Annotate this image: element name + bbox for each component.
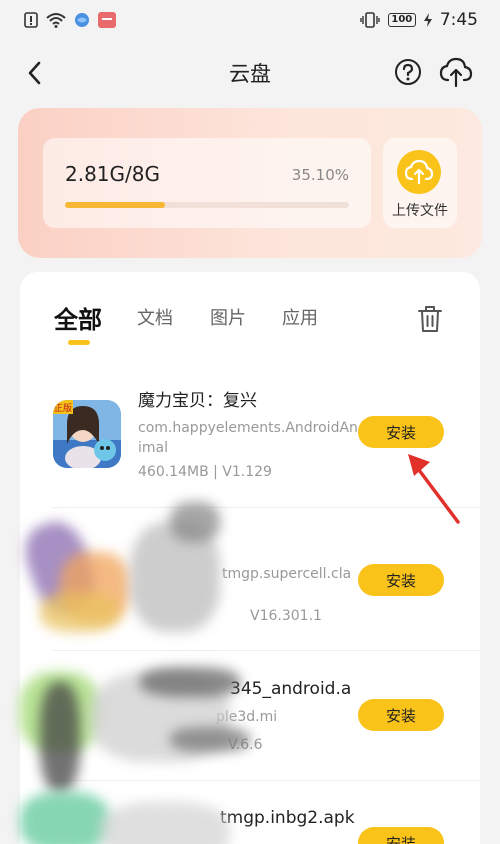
charging-icon bbox=[423, 13, 432, 27]
help-button[interactable] bbox=[394, 58, 422, 86]
app-package: com.happyelements.AndroidAnimal bbox=[138, 420, 358, 456]
help-icon bbox=[395, 59, 421, 85]
storage-usage-box: 2.81G/8G 35.10% bbox=[43, 138, 371, 228]
pointer-arrow-icon bbox=[408, 454, 460, 524]
clock: 7:45 bbox=[439, 10, 478, 30]
cloud-upload-button[interactable] bbox=[439, 56, 473, 88]
install-button[interactable]: 安装 bbox=[358, 564, 444, 596]
app-size-version: 460.14MB | V1.129 bbox=[138, 464, 272, 480]
storage-percent: 35.10% bbox=[291, 166, 349, 184]
cloud-upload-icon bbox=[439, 57, 473, 88]
active-tab-indicator bbox=[68, 340, 90, 345]
app-name: tmgp.inbg2.apk bbox=[220, 808, 355, 828]
status-right: 100 7:45 bbox=[360, 10, 478, 30]
storage-card: 2.81G/8G 35.10% 上传文件 bbox=[18, 108, 482, 258]
header: 云盘 bbox=[0, 48, 500, 98]
status-left bbox=[24, 12, 116, 28]
install-button[interactable]: 安装 bbox=[358, 416, 444, 448]
app-icon: 正版 bbox=[53, 400, 121, 468]
battery-icon: 100 bbox=[387, 13, 416, 27]
tab-images[interactable]: 图片 bbox=[210, 304, 246, 330]
app-size-version: V16.301.1 bbox=[250, 608, 322, 624]
storage-usage: 2.81G/8G bbox=[65, 162, 160, 186]
vibrate-icon bbox=[360, 12, 380, 28]
upload-file-label: 上传文件 bbox=[392, 203, 448, 219]
category-tabs: 全部 文档 图片 应用 bbox=[20, 300, 480, 350]
upload-circle bbox=[397, 150, 441, 194]
browser-icon bbox=[74, 12, 90, 28]
alert-icon bbox=[24, 12, 38, 28]
upload-file-button[interactable]: 上传文件 bbox=[383, 138, 457, 228]
storage-progress-bar bbox=[65, 202, 349, 208]
status-bar: 100 7:45 bbox=[0, 0, 500, 40]
trash-icon bbox=[418, 306, 442, 332]
upload-cloud-icon bbox=[404, 159, 434, 185]
app-notification-icon bbox=[98, 12, 116, 28]
wifi-icon bbox=[46, 12, 66, 28]
delete-button[interactable] bbox=[416, 304, 444, 334]
tab-apps[interactable]: 应用 bbox=[282, 304, 318, 330]
app-name: 345_android.a bbox=[230, 679, 352, 699]
app-name: 魔力宝贝：复兴 bbox=[138, 391, 257, 411]
app-badge-label: 正版 bbox=[54, 402, 72, 414]
page-title: 云盘 bbox=[229, 62, 271, 86]
tab-documents[interactable]: 文档 bbox=[137, 304, 173, 330]
storage-progress-fill bbox=[65, 202, 165, 208]
install-button[interactable]: 安装 bbox=[358, 699, 444, 731]
tab-all[interactable]: 全部 bbox=[54, 300, 102, 335]
install-button[interactable]: 安装 bbox=[358, 827, 444, 844]
file-list-panel: 全部 文档 图片 应用 正版 魔力宝贝：复兴 com.happyelements… bbox=[16, 272, 480, 844]
